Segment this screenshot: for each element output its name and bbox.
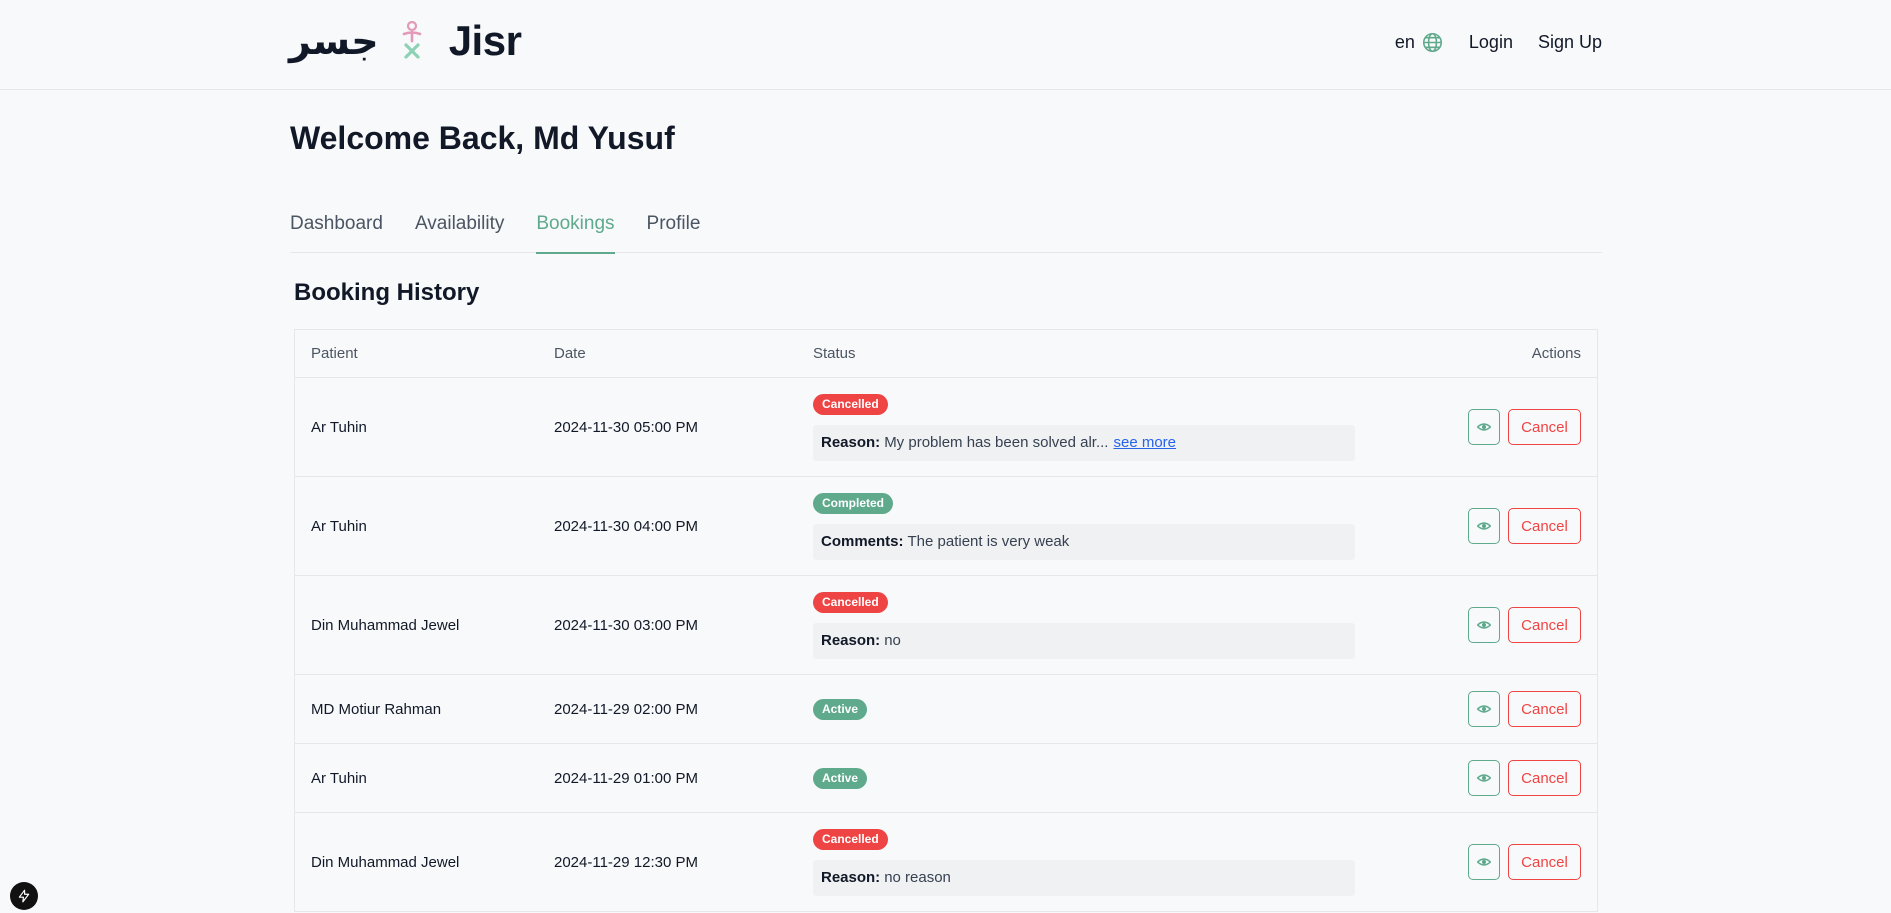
logo-mark-icon — [402, 21, 422, 59]
logo-latin-text: Jisr — [448, 17, 522, 64]
dev-tools-badge[interactable] — [10, 882, 38, 910]
status-cell: Cancelled Reason: no — [813, 591, 1355, 659]
booking-date: 2024-11-30 05:00 PM — [554, 418, 698, 436]
row-actions: Cancel — [1355, 409, 1597, 445]
booking-date: 2024-11-29 01:00 PM — [554, 769, 698, 787]
column-header-patient: Patient — [311, 345, 358, 362]
eye-icon — [1477, 705, 1491, 713]
dashboard-tabs: Dashboard Availability Bookings Profile — [290, 206, 1602, 254]
status-cell: Cancelled Reason: no reason — [813, 828, 1355, 896]
globe-icon — [1422, 32, 1442, 52]
status-note: Reason: My problem has been solved alr..… — [813, 424, 1355, 461]
status-badge: Completed — [813, 492, 894, 514]
row-actions: Cancel — [1355, 508, 1597, 544]
patient-name: Din Muhammad Jewel — [311, 616, 460, 634]
eye-icon — [1477, 858, 1491, 866]
patient-name: Ar Tuhin — [311, 517, 367, 535]
view-button[interactable] — [1468, 760, 1500, 796]
note-label: Reason: — [821, 869, 881, 886]
language-code: en — [1394, 31, 1415, 52]
table-header: Patient Date Status Actions — [295, 330, 1597, 378]
column-header-status: Status — [813, 345, 856, 362]
status-badge: Cancelled — [813, 591, 888, 613]
patient-name: Din Muhammad Jewel — [311, 853, 460, 871]
row-actions: Cancel — [1355, 844, 1597, 880]
booking-date: 2024-11-29 02:00 PM — [554, 700, 698, 718]
note-text: no — [884, 632, 901, 649]
see-more-link[interactable]: see more — [1113, 434, 1176, 451]
note-label: Reason: — [821, 632, 881, 649]
note-text: no reason — [884, 869, 951, 886]
status-cell: Cancelled Reason: My problem has been so… — [813, 393, 1355, 461]
note-label: Comments: — [821, 533, 904, 550]
row-actions: Cancel — [1355, 691, 1597, 727]
booking-date: 2024-11-30 03:00 PM — [554, 616, 698, 634]
top-navbar: جسر Jisr en Login Sign Up — [0, 0, 1891, 90]
status-badge: Cancelled — [813, 828, 888, 850]
table-row: Ar Tuhin 2024-11-29 01:00 PM Active Canc… — [295, 744, 1597, 813]
cancel-button[interactable]: Cancel — [1508, 607, 1581, 643]
table-row: Ar Tuhin 2024-11-30 05:00 PM Cancelled R… — [295, 378, 1597, 477]
header-actions: en Login Sign Up — [1395, 28, 1602, 56]
status-cell: Active — [813, 767, 1355, 789]
eye-icon — [1477, 621, 1491, 629]
booking-date: 2024-11-30 04:00 PM — [554, 517, 698, 535]
view-button[interactable] — [1468, 844, 1500, 880]
cancel-button[interactable]: Cancel — [1508, 760, 1581, 796]
welcome-heading: Welcome Back, Md Yusuf — [290, 120, 675, 156]
cancel-button[interactable]: Cancel — [1508, 691, 1581, 727]
table-row: Ar Tuhin 2024-11-30 04:00 PM Completed C… — [295, 477, 1597, 576]
cancel-button[interactable]: Cancel — [1508, 508, 1581, 544]
column-header-date: Date — [554, 345, 586, 362]
status-cell: Active — [813, 698, 1355, 720]
table-row: MD Motiur Rahman 2024-11-29 02:00 PM Act… — [295, 675, 1597, 744]
lightning-icon — [18, 889, 30, 903]
cancel-button[interactable]: Cancel — [1508, 844, 1581, 880]
column-header-actions: Actions — [1531, 345, 1581, 362]
view-button[interactable] — [1468, 691, 1500, 727]
signup-link[interactable]: Sign Up — [1538, 32, 1602, 53]
patient-name: Ar Tuhin — [311, 418, 367, 436]
status-badge: Active — [813, 698, 868, 720]
logo[interactable]: جسر Jisr — [289, 16, 522, 66]
note-text: The patient is very weak — [907, 533, 1070, 550]
status-badge: Cancelled — [813, 393, 888, 415]
patient-name: Ar Tuhin — [311, 769, 367, 787]
language-selector[interactable]: en — [1395, 32, 1443, 53]
row-actions: Cancel — [1355, 607, 1597, 643]
row-actions: Cancel — [1355, 760, 1597, 796]
booking-history-table: Patient Date Status Actions Ar Tuhin 202… — [294, 329, 1598, 912]
view-button[interactable] — [1468, 607, 1500, 643]
note-label: Reason: — [821, 434, 881, 451]
eye-icon — [1477, 774, 1491, 782]
tab-dashboard[interactable]: Dashboard — [290, 206, 383, 253]
table-row: Din Muhammad Jewel 2024-11-30 03:00 PM C… — [295, 576, 1597, 675]
status-note: Reason: no reason — [813, 859, 1355, 896]
eye-icon — [1477, 522, 1491, 530]
cancel-button[interactable]: Cancel — [1508, 409, 1581, 445]
view-button[interactable] — [1468, 508, 1500, 544]
eye-icon — [1477, 423, 1491, 431]
status-badge: Active — [813, 767, 868, 789]
tab-availability[interactable]: Availability — [415, 206, 504, 253]
status-note: Reason: no — [813, 622, 1355, 659]
table-row: Din Muhammad Jewel 2024-11-29 12:30 PM C… — [295, 813, 1597, 912]
logo-arabic-text: جسر — [289, 19, 379, 63]
patient-name: MD Motiur Rahman — [311, 700, 442, 718]
booking-date: 2024-11-29 12:30 PM — [554, 853, 698, 871]
status-note: Comments: The patient is very weak — [813, 523, 1355, 560]
view-button[interactable] — [1468, 409, 1500, 445]
login-link[interactable]: Login — [1469, 32, 1513, 53]
section-title: Booking History — [294, 279, 480, 306]
note-text: My problem has been solved alr... — [884, 434, 1109, 451]
tab-bookings[interactable]: Bookings — [536, 206, 615, 254]
status-cell: Completed Comments: The patient is very … — [813, 492, 1355, 560]
tab-profile[interactable]: Profile — [647, 206, 701, 253]
